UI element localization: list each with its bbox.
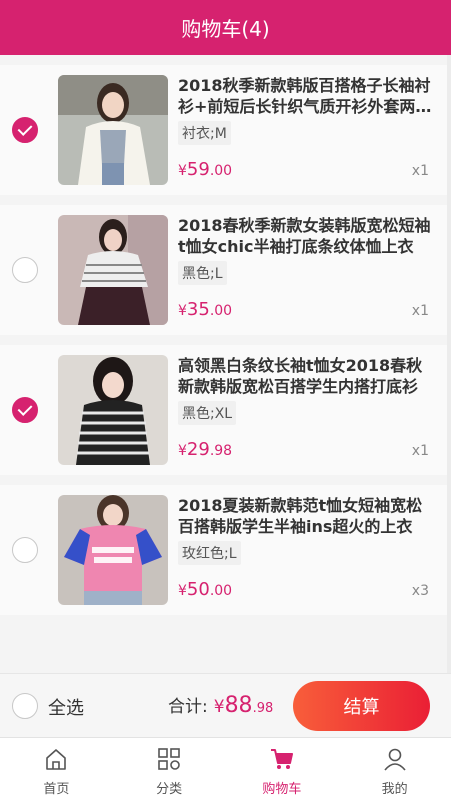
price-decimal: .00 [209,163,233,179]
product-spec: 玫红色;L [178,541,241,565]
product-spec: 衬衣;M [178,121,231,145]
tab-label: 我的 [381,782,408,797]
cart-list: 2018秋季新款韩版百搭格子长袖衬衫+前短后长针织气质开衫外套两件套 衬衣;M … [0,65,447,625]
cart-icon [270,749,293,769]
product-image[interactable] [58,495,168,605]
category-icon [158,748,180,770]
product-spec: 黑色;L [178,261,227,285]
tab-label: 分类 [156,782,183,797]
product-price: ¥29.98 [178,439,232,460]
item-checkbox[interactable] [12,117,38,143]
cart-item: 2018夏装新款韩范t恤女短袖宽松百搭韩版学生半袖ins超火的上衣 玫红色;L … [0,485,447,615]
tab-cart[interactable]: 购物车 [226,738,339,800]
total-integer: 88 [224,693,253,718]
cart-total: 合计: ¥88.98 [168,692,273,718]
product-quantity: x1 [411,303,429,319]
item-checkbox[interactable] [12,397,38,423]
cart-item: 高领黑白条纹长袖t恤女2018春秋新款韩版宽松百搭学生内搭打底衫 黑色;XL ¥… [0,345,447,475]
total-decimal: .98 [252,701,274,716]
tab-category[interactable]: 分类 [113,738,226,800]
product-title[interactable]: 高领黑白条纹长袖t恤女2018春秋新款韩版宽松百搭学生内搭打底衫 [178,355,436,397]
item-checkbox[interactable] [12,537,38,563]
product-price: ¥50.00 [178,579,232,600]
product-spec: 黑色;XL [178,401,237,425]
user-icon [384,748,406,771]
select-all-checkbox[interactable] [12,693,38,719]
product-price: ¥35.00 [178,299,232,320]
product-title[interactable]: 2018秋季新款韩版百搭格子长袖衬衫+前短后长针织气质开衫外套两件套 [178,75,436,117]
cart-item: 2018秋季新款韩版百搭格子长袖衬衫+前短后长针织气质开衫外套两件套 衬衣;M … [0,65,447,195]
bottom-tab-bar: 首页 分类 购物车 我的 [0,737,451,800]
checkout-button[interactable]: 结算 [293,681,430,731]
product-image[interactable] [58,215,168,325]
tab-profile[interactable]: 我的 [338,738,451,800]
tab-home[interactable]: 首页 [0,738,113,800]
price-decimal: .98 [209,443,233,459]
tab-label: 购物车 [262,782,302,797]
tab-label: 首页 [43,782,70,797]
product-quantity: x3 [411,583,429,599]
page-title: 购物车(4) [181,17,270,41]
product-quantity: x1 [411,443,429,459]
product-image[interactable] [58,75,168,185]
product-image[interactable] [58,355,168,465]
cart-footer: 全选 合计: ¥88.98 结算 [0,673,451,737]
price-integer: 35 [186,299,210,320]
product-title[interactable]: 2018春秋季新款女装韩版宽松短袖t恤女chic半袖打底条纹体恤上衣 [178,215,436,257]
price-integer: 29 [186,439,210,460]
currency-symbol: ¥ [178,163,187,179]
price-integer: 50 [186,579,210,600]
product-title[interactable]: 2018夏装新款韩范t恤女短袖宽松百搭韩版学生半袖ins超火的上衣 [178,495,436,537]
currency-symbol: ¥ [213,697,225,717]
price-decimal: .00 [209,303,233,319]
product-price: ¥59.00 [178,159,232,180]
home-icon [46,749,67,770]
price-integer: 59 [186,159,210,180]
item-checkbox[interactable] [12,257,38,283]
scrollbar[interactable] [447,55,451,673]
cart-page: 购物车(4) 2018秋季新款韩版百搭格子长袖衬衫+前短后长针织气质开衫外套两件… [0,0,451,800]
select-all-label[interactable]: 全选 [48,694,84,720]
total-price: ¥88.98 [214,693,274,718]
currency-symbol: ¥ [178,303,187,319]
currency-symbol: ¥ [178,583,187,599]
currency-symbol: ¥ [178,443,187,459]
total-label: 合计: [168,697,208,717]
price-decimal: .00 [209,583,233,599]
cart-item: 2018春秋季新款女装韩版宽松短袖t恤女chic半袖打底条纹体恤上衣 黑色;L … [0,205,447,335]
product-quantity: x1 [411,163,429,179]
page-header: 购物车(4) [0,0,451,55]
